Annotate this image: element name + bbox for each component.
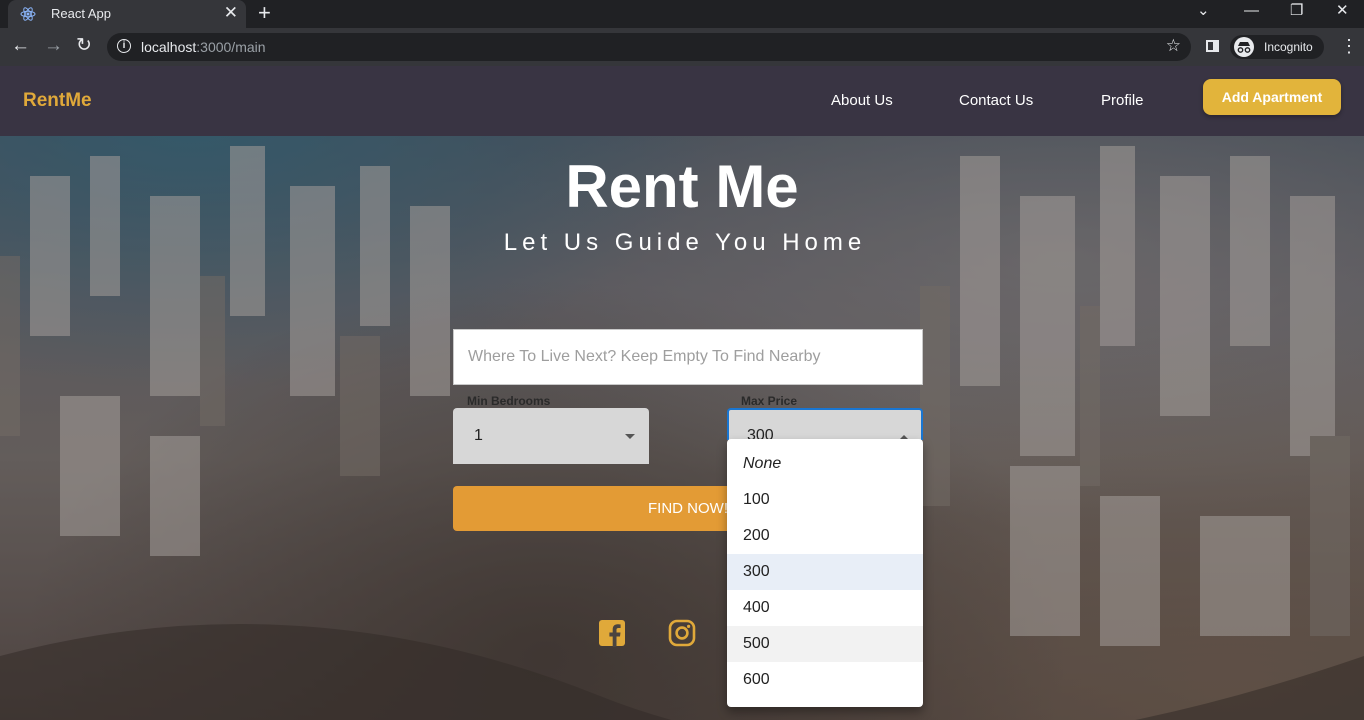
restore-icon[interactable]: ❐	[1290, 1, 1303, 21]
max-price-label: Max Price	[741, 394, 798, 408]
nav-profile[interactable]: Profile	[1101, 92, 1144, 109]
hero-title: Rent Me	[565, 153, 799, 220]
min-bedrooms-select[interactable]: 1	[453, 408, 649, 464]
url-text: localhost:3000/main	[141, 39, 266, 55]
instagram-icon[interactable]	[668, 619, 696, 647]
max-price-dropdown-menu: None 100 200 300 400 500 600	[727, 439, 923, 707]
option-500[interactable]: 500	[727, 626, 923, 662]
chevron-down-icon[interactable]: ⌄	[1197, 1, 1210, 21]
side-panel-icon[interactable]	[1206, 40, 1219, 52]
max-price-select[interactable]: 300	[727, 408, 923, 440]
tab-title: React App	[51, 6, 111, 21]
incognito-icon	[1234, 37, 1254, 57]
browser-tab-bar: React App ✕ + ⌄ — ❐ ✕	[0, 0, 1364, 28]
min-bedrooms-value: 1	[474, 427, 483, 444]
add-apartment-button[interactable]: Add Apartment	[1203, 79, 1341, 115]
page-viewport: RentMe About Us Contact Us Profile Add A…	[0, 66, 1364, 720]
nav-contact-us[interactable]: Contact Us	[959, 92, 1033, 109]
nav-about-us[interactable]: About Us	[831, 92, 893, 109]
back-icon[interactable]: ←	[11, 35, 30, 57]
incognito-label: Incognito	[1264, 40, 1313, 54]
browser-toolbar: ← → ↻ i localhost:3000/main ☆ Incognito …	[0, 28, 1364, 66]
option-600[interactable]: 600	[727, 662, 923, 698]
option-none[interactable]: None	[727, 446, 923, 482]
forward-icon[interactable]: →	[44, 35, 63, 57]
minimize-icon[interactable]: —	[1244, 1, 1259, 21]
min-bedrooms-label: Min Bedrooms	[467, 394, 551, 408]
site-navbar: RentMe About Us Contact Us Profile Add A…	[0, 66, 1364, 136]
brand-logo[interactable]: RentMe	[23, 90, 92, 112]
hero-subtitle: Let Us Guide You Home	[503, 229, 867, 256]
info-icon[interactable]: i	[117, 39, 131, 53]
dropdown-arrow-icon	[625, 434, 635, 439]
bookmark-star-icon[interactable]: ☆	[1166, 36, 1181, 56]
close-tab-icon[interactable]: ✕	[224, 3, 238, 23]
option-400[interactable]: 400	[727, 590, 923, 626]
reload-icon[interactable]: ↻	[76, 35, 92, 57]
close-window-icon[interactable]: ✕	[1336, 1, 1349, 21]
facebook-icon[interactable]	[598, 619, 626, 647]
location-search-input[interactable]: Where To Live Next? Keep Empty To Find N…	[453, 329, 923, 385]
incognito-indicator[interactable]: Incognito	[1230, 35, 1324, 59]
more-menu-icon[interactable]: ⋮	[1340, 36, 1358, 56]
option-300[interactable]: 300	[727, 554, 923, 590]
address-bar[interactable]: i localhost:3000/main ☆	[107, 33, 1191, 61]
react-icon	[20, 7, 36, 21]
browser-tab[interactable]: React App ✕	[8, 0, 246, 28]
new-tab-icon[interactable]: +	[258, 1, 271, 25]
option-200[interactable]: 200	[727, 518, 923, 554]
option-100[interactable]: 100	[727, 482, 923, 518]
